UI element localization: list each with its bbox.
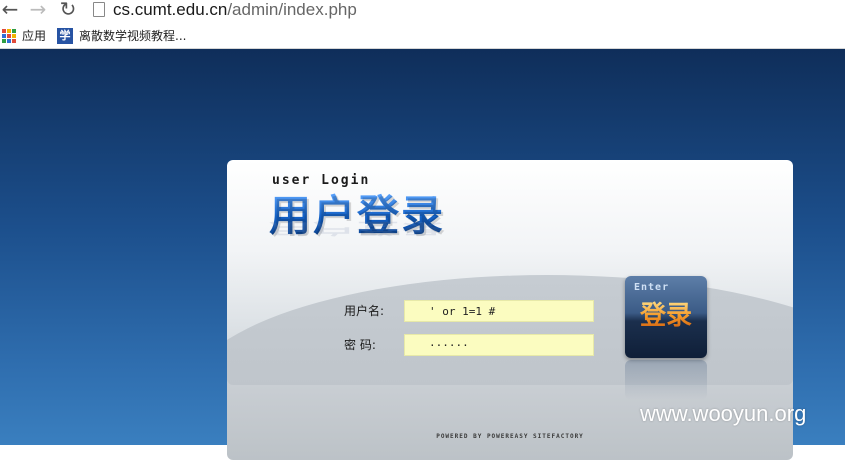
browser-toolbar: ← → ↻ cs.cumt.edu.cn/admin/index.php xyxy=(0,0,845,22)
password-input[interactable]: ······ xyxy=(404,334,594,356)
enter-button-reflection xyxy=(625,360,707,400)
bookmarks-bar: 应用 学 离散数学视频教程... xyxy=(0,24,845,49)
username-label: 用户名: xyxy=(344,304,385,318)
bookmark-item[interactable]: 学 离散数学视频教程... xyxy=(57,27,186,45)
enter-login-button[interactable]: Enter 登录 xyxy=(625,276,707,358)
enter-button-label: Enter xyxy=(634,282,670,293)
bookmark-apps-label: 应用 xyxy=(22,29,47,43)
bookmark-item-label: 离散数学视频教程... xyxy=(79,29,187,43)
back-arrow-icon[interactable]: ← xyxy=(0,0,20,19)
username-input[interactable]: ' or 1=1 # xyxy=(404,300,594,322)
bookmark-favicon-icon: 学 xyxy=(57,28,73,44)
apps-grid-icon xyxy=(2,29,16,43)
password-label: 密 码: xyxy=(344,338,376,352)
watermark-text: www.wooyun.org xyxy=(640,401,807,426)
bookmark-apps[interactable]: 应用 xyxy=(2,27,46,45)
page-background: user Login 用户登录 用户登录 用户名: ' or 1=1 # 密 码… xyxy=(0,49,845,460)
panel-curve-decoration xyxy=(227,265,793,385)
login-title-reflection: 用户登录 xyxy=(269,220,446,238)
page-document-icon xyxy=(93,2,105,17)
login-subtitle: user Login xyxy=(272,173,371,188)
enter-button-cn-label: 登录 xyxy=(625,300,707,332)
reload-icon[interactable]: ↻ xyxy=(58,0,78,19)
url-path: /admin/index.php xyxy=(227,0,357,19)
url-domain: cs.cumt.edu.cn xyxy=(113,0,228,19)
forward-arrow-icon[interactable]: → xyxy=(28,0,48,19)
powered-by-footer: POWERED BY POWEREASY SITEFACTORY xyxy=(436,433,584,440)
address-bar[interactable]: cs.cumt.edu.cn/admin/index.php xyxy=(113,0,357,20)
